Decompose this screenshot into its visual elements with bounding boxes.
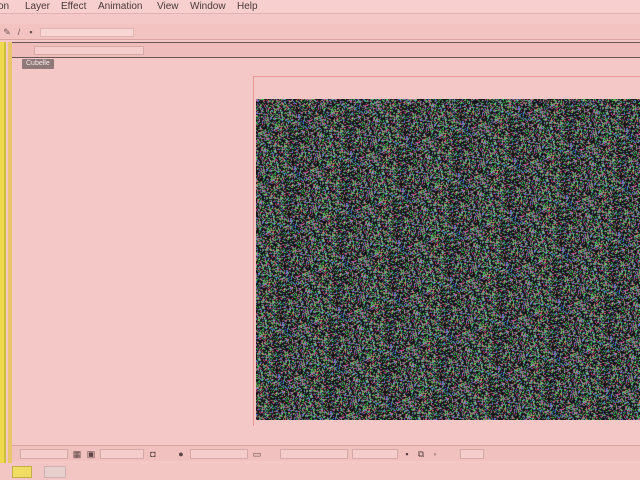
menu-item-help[interactable]: Help — [237, 1, 258, 13]
reset-exposure-icon[interactable]: ◦ — [430, 449, 440, 459]
status-item[interactable] — [44, 466, 66, 478]
pen-tool-icon[interactable]: ✎ — [2, 27, 12, 37]
view-options-icon[interactable]: ▪ — [402, 449, 412, 459]
brush-tool-icon[interactable]: / — [14, 27, 24, 37]
menu-item-layer[interactable]: Layer — [25, 1, 50, 13]
safe-zones-icon[interactable]: ▣ — [86, 449, 96, 459]
menu-bar: on Layer Effect Animation View Window He… — [0, 0, 640, 14]
composition-panel-header — [12, 42, 640, 58]
menu-item-animation[interactable]: Animation — [98, 1, 142, 13]
menu-item-window[interactable]: Window — [190, 1, 226, 13]
viewer-controls-bar: ▦ ▣ ◘ ● ▭ ▪ ⧉ ◦ — [12, 445, 640, 461]
resolution-field[interactable] — [190, 449, 248, 459]
menu-item-composition[interactable]: on — [0, 1, 9, 13]
composition-tab[interactable]: Cubelle — [22, 59, 54, 69]
camera-icon[interactable]: ◘ — [148, 449, 158, 459]
channel-icon[interactable]: ● — [176, 449, 186, 459]
grid-icon[interactable]: ▦ — [72, 449, 82, 459]
exposure-field[interactable] — [460, 449, 484, 459]
tools-panel-edge — [0, 42, 6, 466]
timecode-field[interactable] — [100, 449, 144, 459]
window-title — [380, 14, 460, 24]
tools-panel-edge-inner — [8, 42, 12, 466]
color-picker-icon[interactable]: ▪ — [26, 27, 36, 37]
region-icon[interactable]: ▭ — [252, 449, 262, 459]
camera-field[interactable] — [280, 449, 348, 459]
flowchart-icon[interactable]: ⧉ — [416, 449, 426, 459]
menu-item-view[interactable]: View — [157, 1, 179, 13]
composition-canvas[interactable] — [256, 99, 640, 420]
toolbar-field[interactable] — [40, 28, 134, 37]
status-bar — [0, 463, 640, 480]
panel-tab-field[interactable] — [34, 46, 144, 55]
folder-icon[interactable] — [12, 466, 32, 478]
tool-bar: ✎ / ▪ — [0, 24, 640, 40]
menu-item-effect[interactable]: Effect — [61, 1, 86, 13]
magnification-field[interactable] — [20, 449, 68, 459]
view-field[interactable] — [352, 449, 398, 459]
